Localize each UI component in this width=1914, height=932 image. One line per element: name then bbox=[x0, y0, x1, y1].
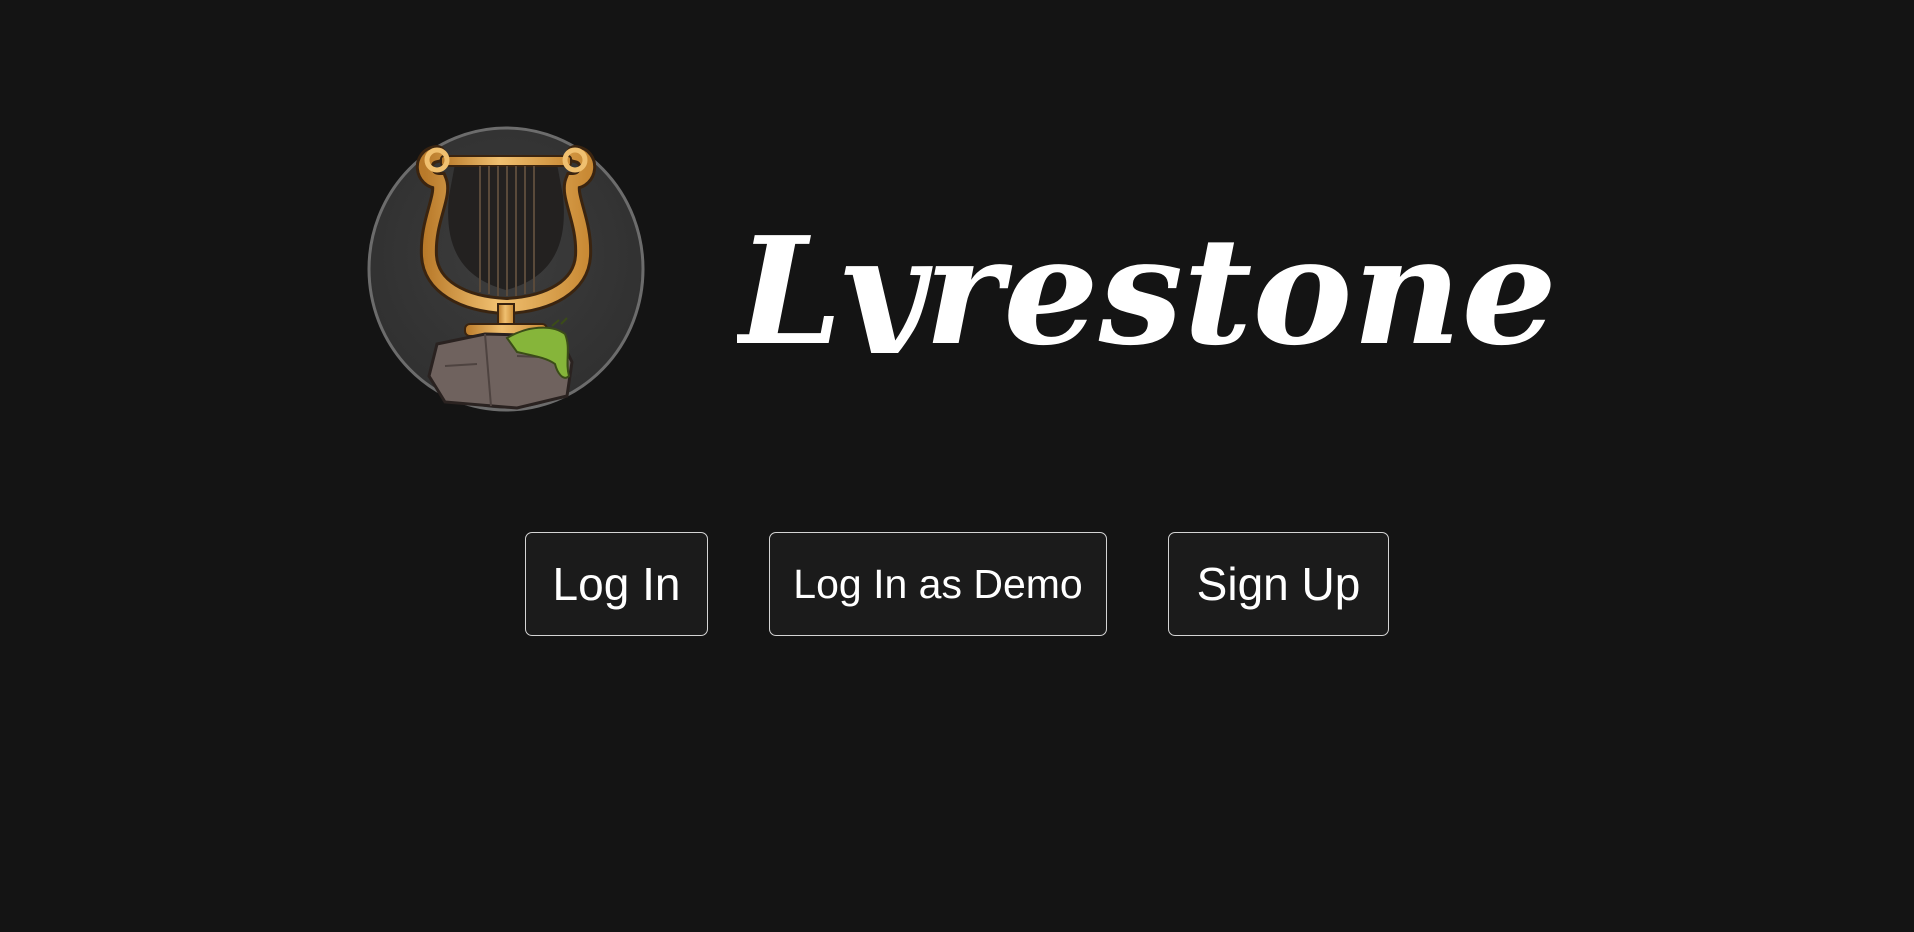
auth-actions: Log In Log In as Demo Sign Up bbox=[0, 532, 1914, 638]
brand-wordmark: Lyrestone bbox=[733, 183, 1563, 378]
signup-button[interactable]: Sign Up bbox=[1168, 532, 1389, 636]
brand-wordmark-graphic: Lyrestone bbox=[733, 204, 1557, 378]
brand-name: Lyrestone bbox=[737, 204, 1557, 353]
logo bbox=[367, 126, 645, 412]
login-button[interactable]: Log In bbox=[525, 532, 708, 636]
lyre-on-stone-icon bbox=[367, 126, 645, 412]
demo-login-button[interactable]: Log In as Demo bbox=[769, 532, 1107, 636]
